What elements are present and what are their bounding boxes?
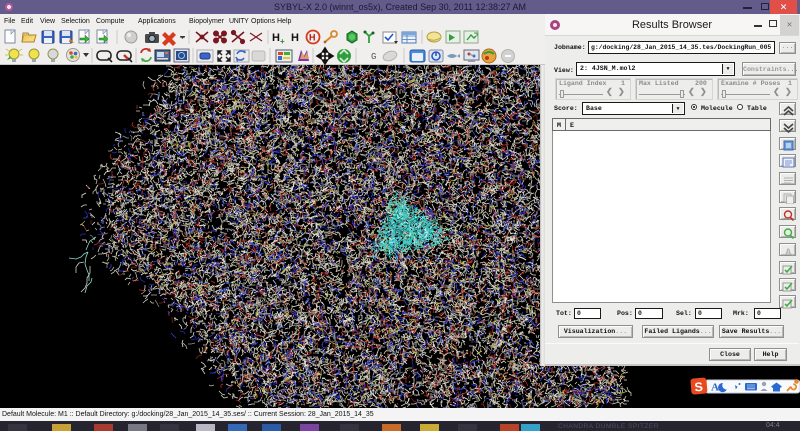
- svg-text:A: A: [785, 247, 792, 257]
- svg-text:H: H: [272, 32, 280, 44]
- svg-text:H: H: [309, 33, 316, 43]
- svg-text:G: G: [371, 52, 376, 62]
- svg-text:S: S: [694, 380, 704, 395]
- svg-text:A: A: [711, 382, 719, 394]
- svg-text:H: H: [291, 32, 299, 44]
- svg-text:+: +: [280, 37, 285, 46]
